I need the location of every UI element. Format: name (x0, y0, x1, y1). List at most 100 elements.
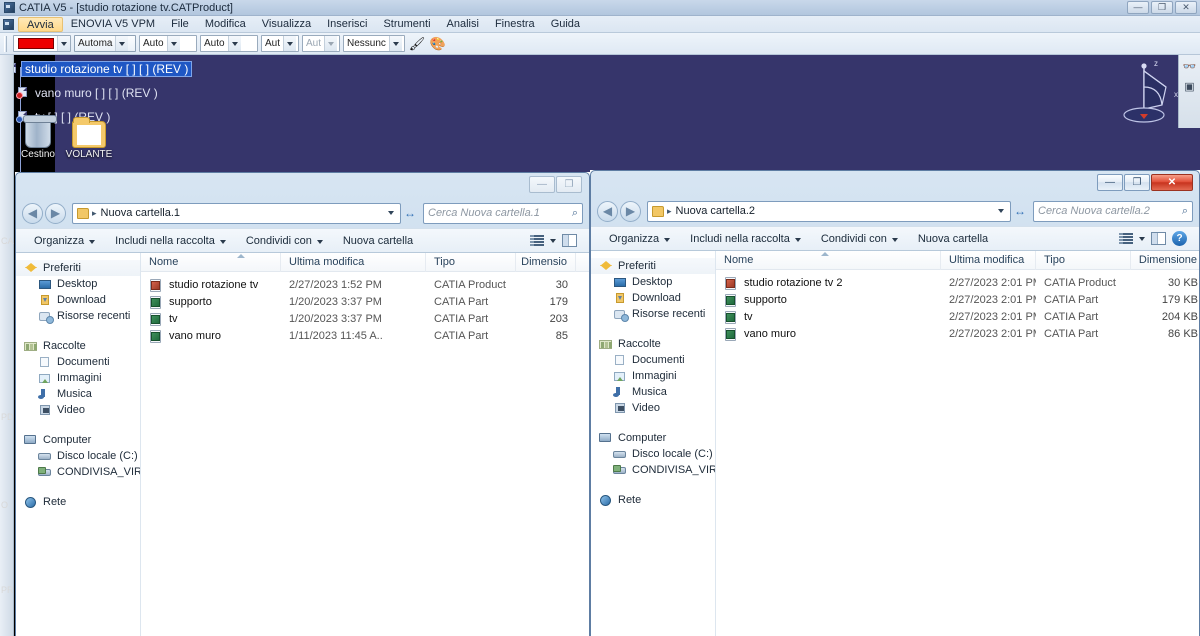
menu-item-analisi[interactable]: Analisi (439, 17, 487, 32)
include-in-library-button[interactable]: Includi nella raccolta (105, 235, 236, 247)
window1-navigation-pane[interactable]: Preferiti Desktop Download Risorse recen… (16, 253, 141, 636)
chevron-down-icon[interactable] (57, 36, 70, 51)
paint-bucket-icon[interactable]: 🎨 (429, 35, 447, 52)
menu-item-inserisci[interactable]: Inserisci (319, 17, 375, 32)
table-row[interactable]: vano muro 1/11/2023 11:45 A.. CATIA Part… (141, 328, 589, 345)
new-folder-button[interactable]: Nuova cartella (908, 233, 998, 245)
table-row[interactable]: tv 1/20/2023 3:37 PM CATIA Part 203 (141, 311, 589, 328)
menu-item-strumenti[interactable]: Strumenti (375, 17, 438, 32)
sidebar-item-computer[interactable]: Computer (16, 432, 140, 448)
desktop-icon-volante[interactable]: VOLANTE (53, 114, 125, 160)
sidebar-item-preferiti[interactable]: Preferiti (16, 260, 140, 276)
explorer-window-nuova-cartella-2[interactable]: — ❐ ✕ ◀ ▶ ▸ Nuova cartella.2 ↔ Cerca Nuo… (590, 170, 1200, 636)
sidebar-item-video[interactable]: Video (16, 402, 140, 418)
view-options-icon[interactable] (1119, 232, 1133, 245)
window2-navigation-pane[interactable]: Preferiti Desktop Download Risorse recen… (591, 251, 716, 636)
sidebar-item-download[interactable]: Download (16, 292, 140, 308)
address-bar[interactable]: ▸ Nuova cartella.1 (72, 202, 401, 224)
color-picker-combo[interactable] (13, 35, 71, 52)
chevron-down-icon[interactable] (994, 209, 1008, 213)
window2-close-button[interactable]: ✕ (1151, 174, 1193, 191)
binoculars-icon[interactable]: 👓 (1180, 57, 1200, 75)
catia-close-button[interactable]: ✕ (1175, 1, 1197, 14)
catia-minimize-button[interactable]: — (1127, 1, 1149, 14)
sidebar-item-musica[interactable]: Musica (591, 384, 715, 400)
menu-item-avvia[interactable]: Avvia (18, 16, 63, 32)
search-input[interactable]: Cerca Nuova cartella.2 ⌕ (1033, 200, 1193, 222)
weight-combo[interactable]: Auto (139, 35, 197, 52)
share-with-button[interactable]: Condividi con (811, 233, 908, 245)
sidebar-item-risorse-recenti[interactable]: Risorse recenti (591, 306, 715, 322)
sidebar-item-documenti[interactable]: Documenti (16, 354, 140, 370)
sidebar-item-risorse-recenti[interactable]: Risorse recenti (16, 308, 140, 324)
search-input[interactable]: Cerca Nuova cartella.1 ⌕ (423, 202, 583, 224)
help-icon[interactable]: ? (1172, 231, 1187, 246)
chevron-down-icon[interactable] (388, 36, 402, 51)
sidebar-item-immagini[interactable]: Immagini (591, 368, 715, 384)
back-button[interactable]: ◀ (22, 202, 43, 224)
window-tile-icon[interactable]: ▣ (1180, 77, 1200, 95)
column-header-tipo[interactable]: Tipo (426, 253, 516, 272)
share-with-button[interactable]: Condividi con (236, 235, 333, 247)
tree-node-root[interactable]: studio rotazione tv [ ] [ ] (REV ) (5, 61, 193, 77)
window2-maximize-button[interactable]: ❐ (1124, 174, 1150, 191)
sidebar-item-desktop[interactable]: Desktop (591, 274, 715, 290)
sidebar-item-musica[interactable]: Musica (16, 386, 140, 402)
chevron-down-icon[interactable] (283, 36, 297, 51)
sidebar-item-documenti[interactable]: Documenti (591, 352, 715, 368)
chevron-down-icon[interactable] (1139, 236, 1145, 241)
sidebar-item-download[interactable]: Download (591, 290, 715, 306)
forward-button[interactable]: ▶ (620, 200, 641, 222)
organize-button[interactable]: Organizza (24, 235, 105, 247)
transparency-combo[interactable]: Aut (261, 35, 299, 52)
tree-node-vano-muro[interactable]: vano muro [ ] [ ] (REV ) (2, 86, 161, 100)
table-row[interactable]: vano muro 2/27/2023 2:01 PM CATIA Part 8… (716, 326, 1199, 343)
table-row[interactable]: studio rotazione tv 2 2/27/2023 2:01 PM … (716, 275, 1199, 292)
catia-app-icon[interactable] (4, 2, 15, 13)
menu-item-enovia[interactable]: ENOVIA V5 VPM (63, 17, 163, 32)
table-row[interactable]: tv 2/27/2023 2:01 PM CATIA Part 204 KB (716, 309, 1199, 326)
column-header-dimensione[interactable]: Dimensione (1131, 251, 1199, 270)
column-header-ultima-modifica[interactable]: Ultima modifica (941, 251, 1036, 270)
new-folder-button[interactable]: Nuova cartella (333, 235, 423, 247)
column-header-dimensione[interactable]: Dimensio (516, 253, 576, 272)
catia-document-icon[interactable] (3, 18, 14, 30)
sidebar-item-rete[interactable]: Rete (16, 494, 140, 510)
window2-minimize-button[interactable]: — (1097, 174, 1123, 191)
window1-minimize-button[interactable]: — (529, 176, 555, 193)
chevron-down-icon[interactable] (227, 36, 241, 51)
sidebar-item-disco-locale[interactable]: Disco locale (C:) (16, 448, 140, 464)
column-header-ultima-modifica[interactable]: Ultima modifica (281, 253, 426, 272)
chevron-down-icon[interactable] (115, 36, 129, 51)
sidebar-item-condivisa-virtual[interactable]: CONDIVISA_VIRTUAL (16, 464, 140, 480)
toolbar-grip[interactable] (4, 35, 7, 52)
table-row[interactable]: studio rotazione tv 2/27/2023 1:52 PM CA… (141, 277, 589, 294)
menu-item-guida[interactable]: Guida (543, 17, 588, 32)
render-combo[interactable]: Nessunc (343, 35, 405, 52)
back-button[interactable]: ◀ (597, 200, 618, 222)
style-combo[interactable]: Auto (200, 35, 258, 52)
column-header-nome[interactable]: Nome (141, 253, 281, 272)
window1-file-list[interactable]: Nome Ultima modifica Tipo Dimensio studi… (141, 253, 589, 636)
menu-item-file[interactable]: File (163, 17, 197, 32)
column-header-tipo[interactable]: Tipo (1036, 251, 1131, 270)
refresh-icon[interactable]: ↔ (401, 206, 419, 220)
table-row[interactable]: supporto 2/27/2023 2:01 PM CATIA Part 17… (716, 292, 1199, 309)
paint-brush-icon[interactable]: 🖌 (408, 35, 426, 52)
preview-pane-icon[interactable] (562, 234, 577, 247)
linetype-combo[interactable]: Automa (74, 35, 136, 52)
sidebar-item-condivisa-virtual[interactable]: CONDIVISA_VIRTUAL (591, 462, 715, 478)
menu-item-finestra[interactable]: Finestra (487, 17, 543, 32)
column-header-nome[interactable]: Nome (716, 251, 941, 270)
sidebar-item-desktop[interactable]: Desktop (16, 276, 140, 292)
chevron-down-icon[interactable] (550, 238, 556, 243)
sidebar-item-raccolte[interactable]: Raccolte (591, 336, 715, 352)
sidebar-item-computer[interactable]: Computer (591, 430, 715, 446)
organize-button[interactable]: Organizza (599, 233, 680, 245)
address-bar[interactable]: ▸ Nuova cartella.2 (647, 200, 1011, 222)
menu-item-modifica[interactable]: Modifica (197, 17, 254, 32)
catia-restore-button[interactable]: ❐ (1151, 1, 1173, 14)
refresh-icon[interactable]: ↔ (1011, 204, 1029, 218)
include-in-library-button[interactable]: Includi nella raccolta (680, 233, 811, 245)
sidebar-item-raccolte[interactable]: Raccolte (16, 338, 140, 354)
